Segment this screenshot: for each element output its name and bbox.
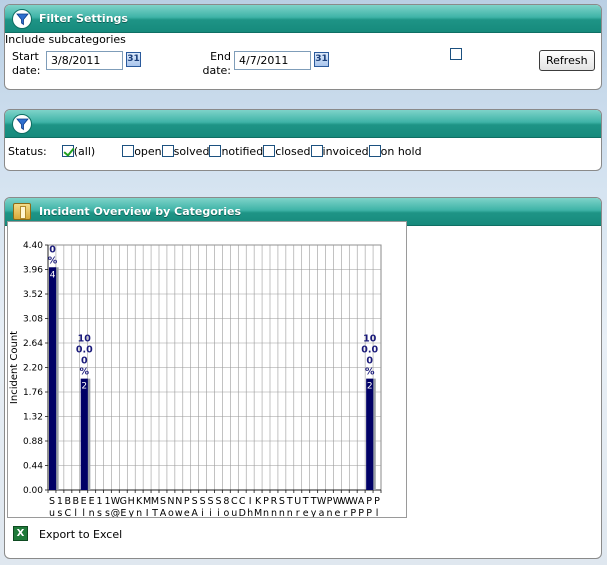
x-tick-label: SA — [160, 496, 167, 517]
x-tick-label: Cu — [231, 496, 238, 517]
y-tick-label: 2.20 — [23, 364, 43, 374]
status-option-solved[interactable]: solved — [161, 145, 209, 158]
incident-chart-svg: 0.00 0.44 0.88 1.32 1.76 2.20 2.64 3.08 3.52 3.96… — [9, 241, 382, 519]
status-option-invoiced[interactable]: invoiced — [310, 145, 369, 158]
status-option-all[interactable]: (all) — [61, 145, 95, 158]
y-tick-label: 3.08 — [23, 315, 43, 325]
x-tick-label: No — [167, 496, 174, 517]
x-tick-label: 8o — [223, 496, 229, 517]
incident-chart: 0.00 0.44 0.88 1.32 1.76 2.20 2.64 3.08 3.52 3.96… — [7, 221, 407, 519]
y-tick-label: 2.64 — [23, 339, 43, 349]
start-date-calendar-icon[interactable]: 31 — [126, 52, 141, 67]
x-tick-label: SA — [191, 496, 198, 517]
start-date-input[interactable] — [46, 51, 123, 70]
y-tick-label: 4.40 — [23, 241, 43, 251]
bar — [80, 378, 88, 490]
y-tick-label: 0.00 — [23, 486, 43, 496]
filter-settings-header: Filter Settings — [5, 5, 601, 33]
funnel-icon — [12, 114, 32, 134]
x-tick-label: Pn — [326, 496, 332, 517]
folder-icon — [13, 203, 31, 220]
end-date-calendar-icon[interactable]: 31 — [314, 52, 329, 67]
x-tick-label: Tn — [286, 496, 293, 517]
bar-value-label: 2 — [367, 382, 373, 392]
status-option-on-hold[interactable]: on hold — [368, 145, 422, 158]
x-tick-label: Rn — [271, 496, 278, 517]
x-tick-label: 1s — [104, 496, 110, 517]
x-tick-label: Bl — [72, 496, 79, 517]
end-date-label: End date: — [202, 50, 231, 77]
status-row: Status: (all) open solved notified closed in… — [8, 145, 422, 158]
status-checkbox-closed[interactable] — [263, 145, 276, 157]
status-checkbox-all[interactable] — [61, 145, 74, 157]
incident-overview-title: Incident Overview by Categories — [39, 205, 241, 218]
x-tick-label: Wa — [317, 496, 327, 517]
status-option-open[interactable]: open — [122, 145, 162, 158]
x-tick-label: Si — [200, 496, 206, 517]
x-tick-label: Si — [208, 496, 214, 517]
x-tick-label: Pl — [374, 496, 380, 517]
refresh-button[interactable]: Refresh — [539, 50, 595, 71]
x-tick-label: Te — [302, 496, 309, 517]
bar-value-label: 2 — [81, 382, 87, 392]
status-option-closed[interactable]: closed — [263, 145, 311, 158]
x-tick-label: Si — [215, 496, 221, 517]
x-tick-label: Ih — [247, 496, 253, 517]
x-tick-label: El — [81, 496, 87, 517]
x-tick-label: KM — [254, 496, 262, 517]
export-to-excel[interactable]: X Export to Excel — [13, 526, 122, 541]
x-tick-label: Ty — [310, 496, 317, 517]
y-tick-label: 1.32 — [23, 413, 43, 423]
end-date-input[interactable] — [234, 51, 311, 70]
status-filter-header — [5, 110, 601, 138]
x-tick-label: Nw — [175, 496, 183, 517]
status-label: Status: — [8, 145, 47, 158]
bar-value-label: 4 — [50, 270, 56, 280]
x-tick-label: Pn — [263, 496, 269, 517]
funnel-icon — [12, 9, 32, 29]
bar — [366, 378, 374, 490]
include-subcategories-label: Include subcategories — [5, 33, 126, 46]
excel-icon[interactable]: X — [13, 526, 28, 541]
y-tick-label: 3.96 — [23, 266, 43, 276]
status-checkbox-invoiced[interactable] — [310, 145, 323, 157]
filter-settings-title: Filter Settings — [39, 12, 128, 25]
bar — [49, 267, 57, 490]
x-tick-label: CD — [239, 496, 246, 517]
filter-settings-panel: Filter Settings Startdate: 31 Enddate: 3… — [4, 4, 602, 90]
x-tick-label: AP — [358, 496, 365, 517]
y-tick-label: 0.44 — [23, 462, 43, 472]
y-axis-label: Incident Count — [9, 331, 20, 404]
x-tick-label: Pe — [184, 496, 190, 517]
x-tick-label: 1s — [97, 496, 103, 517]
x-tick-label: En — [89, 496, 95, 517]
y-tick-label: 1.76 — [23, 388, 43, 398]
start-date-label: Start date: — [12, 50, 41, 77]
export-to-excel-link[interactable]: Export to Excel — [39, 528, 122, 541]
status-checkbox-open[interactable] — [122, 145, 135, 157]
x-tick-label: Ur — [294, 496, 301, 517]
x-tick-label: MT — [151, 496, 159, 517]
status-checkbox-notified[interactable] — [209, 145, 222, 157]
x-tick-label: BC — [65, 496, 72, 517]
x-tick-label: Kn — [136, 496, 143, 517]
x-tick-label: 1s — [57, 496, 63, 517]
x-tick-label: Su — [49, 496, 55, 517]
incident-overview-panel: Incident Overview by Categories 0.00 0.44… — [4, 197, 602, 559]
x-tick-label: Hy — [128, 496, 135, 517]
y-tick-label: 3.52 — [23, 290, 43, 300]
include-subcategories-checkbox[interactable] — [450, 48, 462, 60]
status-option-notified[interactable]: notified — [209, 145, 263, 158]
x-tick-label: Sn — [279, 496, 285, 517]
status-checkbox-solved[interactable] — [161, 145, 174, 157]
y-tick-label: 0.88 — [23, 437, 43, 447]
x-tick-label: PP — [366, 496, 372, 517]
x-tick-label: GE — [120, 496, 127, 517]
status-checkbox-on-hold[interactable] — [368, 145, 381, 157]
status-filter-panel: Status: (all) open solved notified closed in… — [4, 109, 602, 171]
